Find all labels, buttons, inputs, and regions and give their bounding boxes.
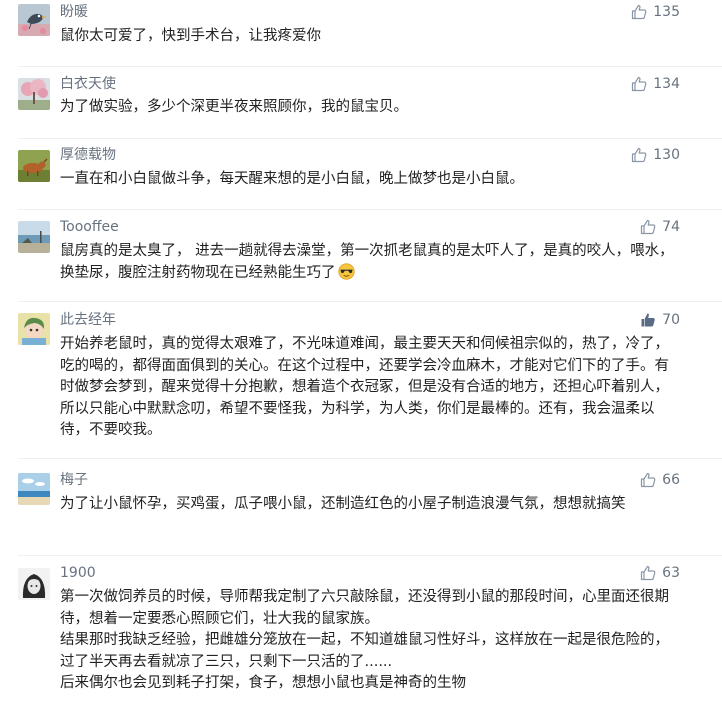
like-button[interactable]: 130 (631, 145, 680, 165)
username[interactable]: 厚德载物 (60, 145, 116, 165)
username[interactable]: Toooffee (60, 217, 119, 237)
like-button[interactable]: 66 (640, 470, 680, 490)
user-avatar[interactable] (18, 313, 50, 345)
divider (18, 301, 722, 302)
comment-line: 第一次做饲养员的时候，导师帮我定制了六只敲除鼠，还没得到小鼠的那段时间，心里面还… (60, 589, 669, 627)
comment-text: 开始养老鼠时，真的觉得太艰难了，不光味道难闻，最主要天天和伺候祖宗似的，热了，冷… (60, 334, 682, 442)
comment-text: 一直在和小白鼠做斗争，每天醒来想的是小白鼠，晚上做梦也是小白鼠。 (60, 169, 682, 191)
divider (18, 66, 722, 67)
animal-grass-avatar-icon (18, 150, 50, 182)
anime-avatar-icon (18, 313, 50, 345)
user-avatar[interactable] (18, 568, 50, 600)
divider (18, 138, 722, 139)
like-count: 134 (653, 76, 680, 92)
divider (18, 209, 722, 210)
comment-text: 为了让小鼠怀孕，买鸡蛋，瓜子喂小鼠，还制造红色的小屋子制造浪漫气氛，想想就搞笑 (60, 494, 682, 516)
user-avatar[interactable] (18, 150, 50, 182)
like-button[interactable]: 134 (631, 74, 680, 94)
username[interactable]: 1900 (60, 563, 96, 583)
username[interactable]: 梅子 (60, 470, 88, 490)
user-avatar[interactable] (18, 473, 50, 505)
divider (18, 555, 722, 556)
pink-tree-avatar-icon (18, 78, 50, 110)
comment-text: 为了做实验，多少个深更半夜来照顾你，我的鼠宝贝。 (60, 97, 682, 119)
username[interactable]: 此去经年 (60, 310, 116, 330)
thumbs-up-icon (641, 313, 655, 327)
username[interactable]: 盼暖 (60, 2, 88, 22)
like-count: 63 (662, 565, 680, 581)
username[interactable]: 白衣天使 (60, 74, 116, 94)
user-avatar[interactable] (18, 78, 50, 110)
comment-line: 开始养老鼠时，真的觉得太艰难了，不光味道难闻，最主要天天和伺候祖宗似的，热了，冷… (60, 336, 669, 438)
like-button[interactable]: 63 (640, 563, 680, 583)
thumbs-up-icon (641, 472, 656, 488)
seaside-avatar-icon (18, 221, 50, 253)
thumbs-up-icon (632, 4, 647, 20)
comment-line: 鼠房真的是太臭了， 进去一趟就得去澡堂，第一次抓老鼠真的是太吓人了，是真的咬人，… (60, 241, 682, 284)
thumbs-up-icon (641, 219, 656, 235)
like-button[interactable]: 74 (640, 217, 680, 237)
like-button[interactable]: 70 (640, 310, 680, 330)
user-avatar[interactable] (18, 4, 50, 36)
like-count: 70 (662, 312, 680, 328)
thumbs-up-icon (632, 147, 647, 163)
comment-text: 鼠你太可爱了，快到手术台，让我疼爱你 (60, 26, 682, 48)
like-count: 66 (662, 472, 680, 488)
comment-line: 后来偶尔也会见到耗子打架，食子，想想小鼠也真是神奇的生物 (60, 675, 466, 691)
like-button[interactable]: 135 (631, 2, 680, 22)
like-count: 74 (662, 219, 680, 235)
divider (18, 458, 722, 459)
sketch-portrait-avatar-icon (18, 568, 50, 600)
user-avatar[interactable] (18, 221, 50, 253)
thumbs-up-icon (641, 565, 656, 581)
thumbs-up-icon (632, 76, 647, 92)
bird-avatar-icon (18, 4, 50, 36)
comment-line: 鼠你太可爱了，快到手术台，让我疼爱你 (60, 28, 321, 44)
comment-text: 第一次做饲养员的时候，导师帮我定制了六只敲除鼠，还没得到小鼠的那段时间，心里面还… (60, 587, 682, 695)
comment-line: 一直在和小白鼠做斗争，每天醒来想的是小白鼠，晚上做梦也是小白鼠。 (60, 171, 524, 187)
comment-line: 为了让小鼠怀孕，买鸡蛋，瓜子喂小鼠，还制造红色的小屋子制造浪漫气氛，想想就搞笑 (60, 496, 626, 512)
comment-line: 结果那时我缺乏经验，把雌雄分笼放在一起，不知道雄鼠习性好斗，这样放在一起是很危险… (60, 632, 669, 670)
like-count: 135 (653, 4, 680, 20)
comment-line-text: 鼠房真的是太臭了， 进去一趟就得去澡堂，第一次抓老鼠真的是太吓人了，是真的咬人，… (60, 243, 674, 281)
comment-line: 为了做实验，多少个深更半夜来照顾你，我的鼠宝贝。 (60, 99, 408, 115)
comment-text: 鼠房真的是太臭了， 进去一趟就得去澡堂，第一次抓老鼠真的是太吓人了，是真的咬人，… (60, 241, 682, 284)
sky-sea-avatar-icon (18, 473, 50, 505)
like-count: 130 (653, 147, 680, 163)
sunglasses-emoji-icon (337, 262, 355, 280)
